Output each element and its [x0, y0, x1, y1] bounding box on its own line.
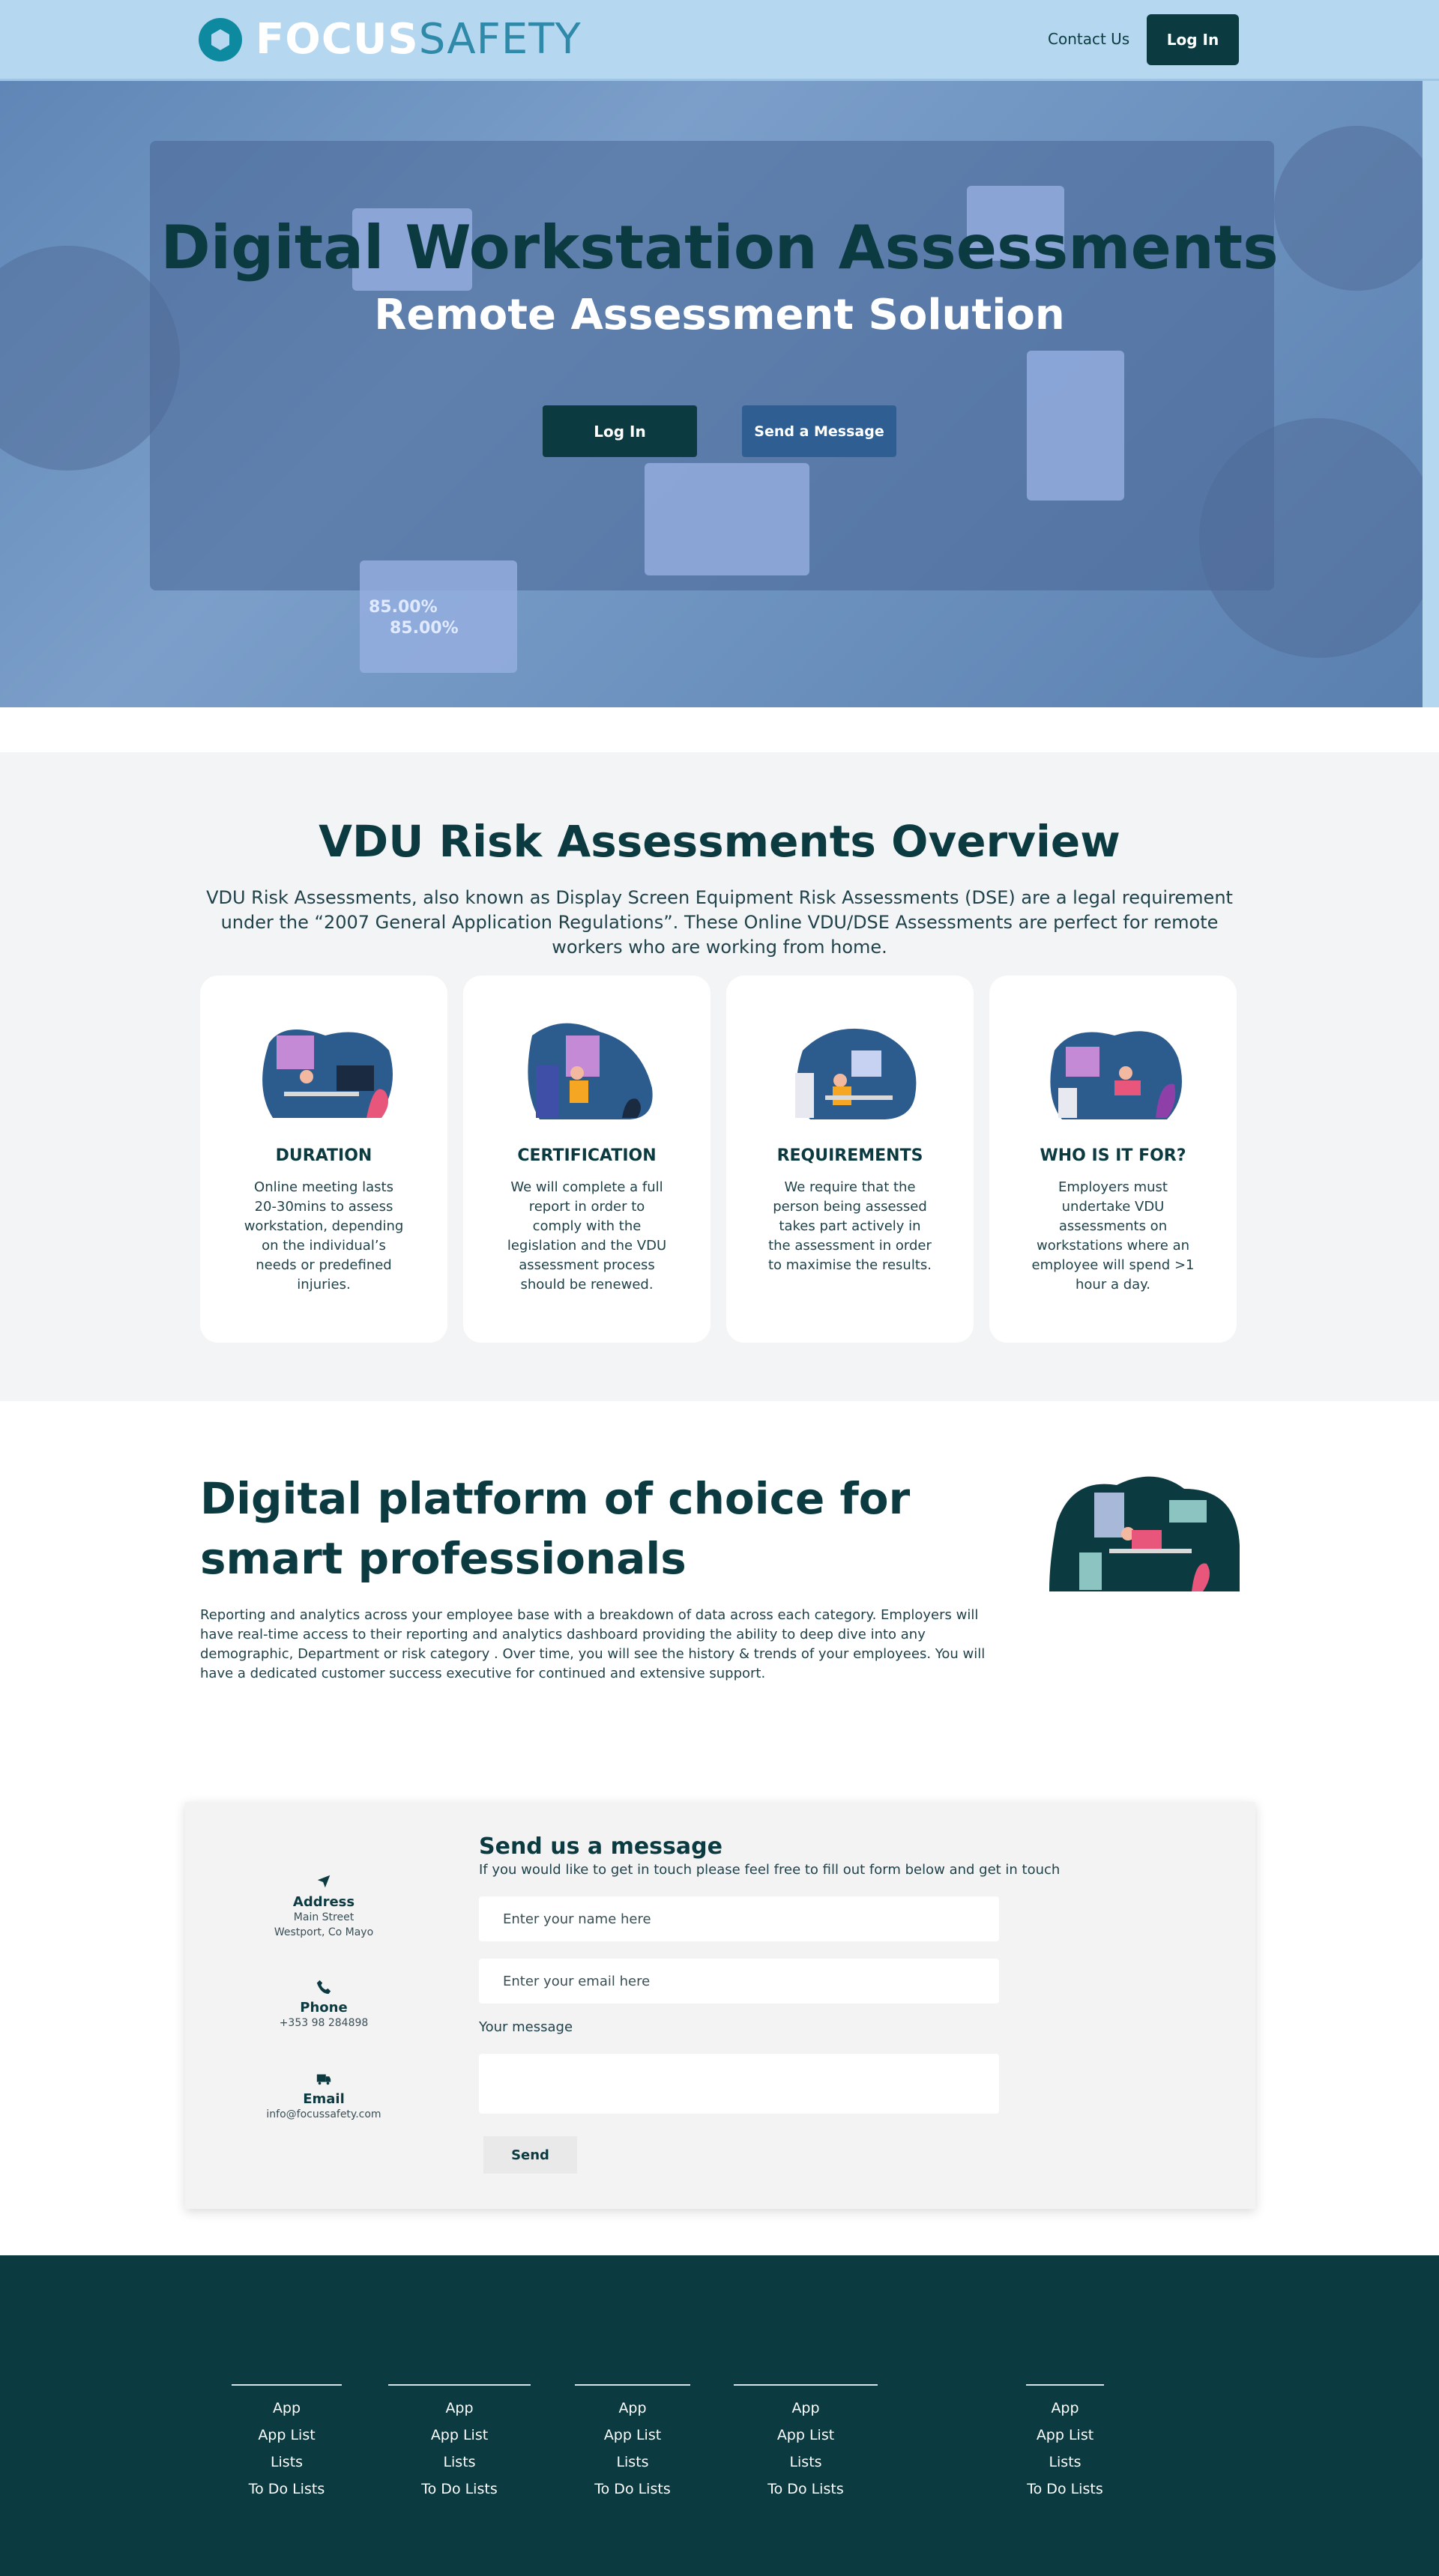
- overview-intro: VDU Risk Assessments, also known as Disp…: [206, 887, 1233, 958]
- card-title: DURATION: [275, 1146, 372, 1165]
- duration-card: DURATION Online meeting lasts 20-30mins …: [200, 976, 447, 1343]
- footer-link[interactable]: Lists: [575, 2449, 690, 2476]
- form-title: Send us a message: [479, 1833, 722, 1860]
- card-text: We will complete a full report in order …: [507, 1179, 667, 1292]
- who-is-it-for-card: WHO IS IT FOR? Employers must undertake …: [989, 976, 1237, 1343]
- form-subtitle: If you would like to get in touch please…: [479, 1862, 1061, 1878]
- footer-column: App App List Lists To Do Lists: [575, 2384, 690, 2503]
- footer-link[interactable]: To Do Lists: [1026, 2476, 1104, 2503]
- office-illustration-icon: [1050, 1031, 1182, 1119]
- footer-link[interactable]: App List: [388, 2422, 531, 2449]
- hero-section: 85.00% 85.00% Digital Workstation Assess…: [0, 81, 1439, 707]
- brand-logo[interactable]: FOCUSSAFETY: [199, 18, 582, 61]
- email-info: Email info@focussafety.com: [230, 2070, 417, 2122]
- logo-hexagon-icon: [199, 18, 242, 61]
- message-textarea[interactable]: [479, 2054, 999, 2114]
- phone-icon: [316, 1980, 331, 1995]
- card-text: Online meeting lasts 20-30mins to assess…: [244, 1179, 404, 1292]
- footer-link[interactable]: App List: [232, 2422, 342, 2449]
- person-shape: [1199, 418, 1439, 658]
- footer-link[interactable]: To Do Lists: [232, 2476, 342, 2503]
- email-address[interactable]: info@focussafety.com: [230, 2107, 417, 2122]
- requirements-card: REQUIREMENTS We require that the person …: [726, 976, 974, 1343]
- card-text: We require that the person being assesse…: [767, 1179, 932, 1273]
- footer-column: App App List Lists To Do Lists: [1026, 2384, 1104, 2503]
- send-message-button[interactable]: Send a Message: [742, 405, 896, 457]
- tablet-shape: [360, 560, 517, 673]
- footer-column: App App List Lists To Do Lists: [388, 2384, 531, 2503]
- hero-background-photo: 85.00% 85.00%: [0, 81, 1439, 707]
- office-illustration-icon: [795, 1028, 917, 1119]
- contact-section: Address Main Street Westport, Co Mayo Ph…: [185, 1802, 1255, 2209]
- logo-wordmark: FOCUSSAFETY: [256, 19, 582, 61]
- platform-text: Reporting and analytics across your empl…: [200, 1607, 986, 1681]
- hero-login-button[interactable]: Log In: [543, 405, 697, 457]
- email-heading: Email: [303, 2091, 345, 2107]
- footer-link[interactable]: App List: [575, 2422, 690, 2449]
- name-input[interactable]: [479, 1896, 999, 1941]
- office-illustration-icon: [262, 1030, 393, 1118]
- footer-link[interactable]: Lists: [232, 2449, 342, 2476]
- footer-divider: [734, 2384, 878, 2386]
- footer-divider: [575, 2384, 690, 2386]
- footer-link[interactable]: App: [575, 2395, 690, 2422]
- platform-title: Digital platform of choice for smart pro…: [200, 1473, 911, 1584]
- address-heading: Address: [292, 1894, 355, 1910]
- footer-divider: [1026, 2384, 1104, 2386]
- address-line: Westport, Co Mayo: [274, 1926, 374, 1938]
- footer-link[interactable]: App List: [734, 2422, 878, 2449]
- footer-link[interactable]: Lists: [388, 2449, 531, 2476]
- logo-focus-text: FOCUS: [256, 15, 419, 64]
- footer-divider: [232, 2384, 342, 2386]
- card-title: CERTIFICATION: [517, 1146, 657, 1165]
- overview-section: VDU Risk Assessments Overview VDU Risk A…: [0, 752, 1439, 1401]
- phone-number[interactable]: +353 98 284898: [230, 2016, 417, 2031]
- office-illustration-icon: [528, 1023, 653, 1119]
- address-info: Address Main Street Westport, Co Mayo: [230, 1873, 417, 1940]
- hero-side-strip: [1423, 81, 1439, 707]
- phone-heading: Phone: [300, 2000, 348, 2016]
- footer-link[interactable]: App: [232, 2395, 342, 2422]
- hero-subtitle: Remote Assessment Solution: [374, 291, 1065, 339]
- footer-column: App App List Lists To Do Lists: [232, 2384, 342, 2503]
- footer-link[interactable]: To Do Lists: [734, 2476, 878, 2503]
- footer-link[interactable]: App: [388, 2395, 531, 2422]
- footer-column: App App List Lists To Do Lists: [734, 2384, 878, 2503]
- footer-link[interactable]: To Do Lists: [388, 2476, 531, 2503]
- photo-stat-text: 85.00%: [390, 619, 459, 638]
- footer-link[interactable]: To Do Lists: [575, 2476, 690, 2503]
- footer-link[interactable]: Lists: [1026, 2449, 1104, 2476]
- phone-info: Phone +353 98 284898: [230, 1979, 417, 2031]
- email-truck-icon: [316, 2074, 331, 2085]
- card-text: Employers must undertake VDU assessments…: [1031, 1179, 1195, 1292]
- top-navbar: FOCUSSAFETY Contact Us Log In: [0, 0, 1439, 81]
- photo-stat-text: 85.00%: [369, 598, 438, 617]
- platform-illustration-icon: [1049, 1476, 1240, 1591]
- overview-title: VDU Risk Assessments Overview: [319, 816, 1120, 867]
- footer: App App List Lists To Do Lists App App L…: [0, 2255, 1439, 2576]
- address-line: Main Street: [293, 1911, 355, 1923]
- logo-safety-text: SAFETY: [418, 15, 582, 64]
- hero-title: Digital Workstation Assessments: [160, 213, 1279, 282]
- laptop-shape: [1027, 351, 1124, 501]
- card-title: REQUIREMENTS: [776, 1146, 923, 1165]
- laptop-shape: [645, 463, 809, 575]
- contact-us-link[interactable]: Contact Us: [1048, 30, 1129, 48]
- navigation-arrow-icon: [317, 1875, 331, 1888]
- certification-card: CERTIFICATION We will complete a full re…: [463, 976, 711, 1343]
- card-title: WHO IS IT FOR?: [1040, 1146, 1186, 1165]
- footer-link[interactable]: App List: [1026, 2422, 1104, 2449]
- footer-divider: [388, 2384, 531, 2386]
- email-input[interactable]: [479, 1959, 999, 2004]
- send-button[interactable]: Send: [483, 2136, 577, 2174]
- footer-link[interactable]: App: [1026, 2395, 1104, 2422]
- message-label: Your message: [479, 2019, 573, 2035]
- nav-login-button[interactable]: Log In: [1147, 14, 1239, 65]
- footer-link[interactable]: Lists: [734, 2449, 878, 2476]
- footer-link[interactable]: App: [734, 2395, 878, 2422]
